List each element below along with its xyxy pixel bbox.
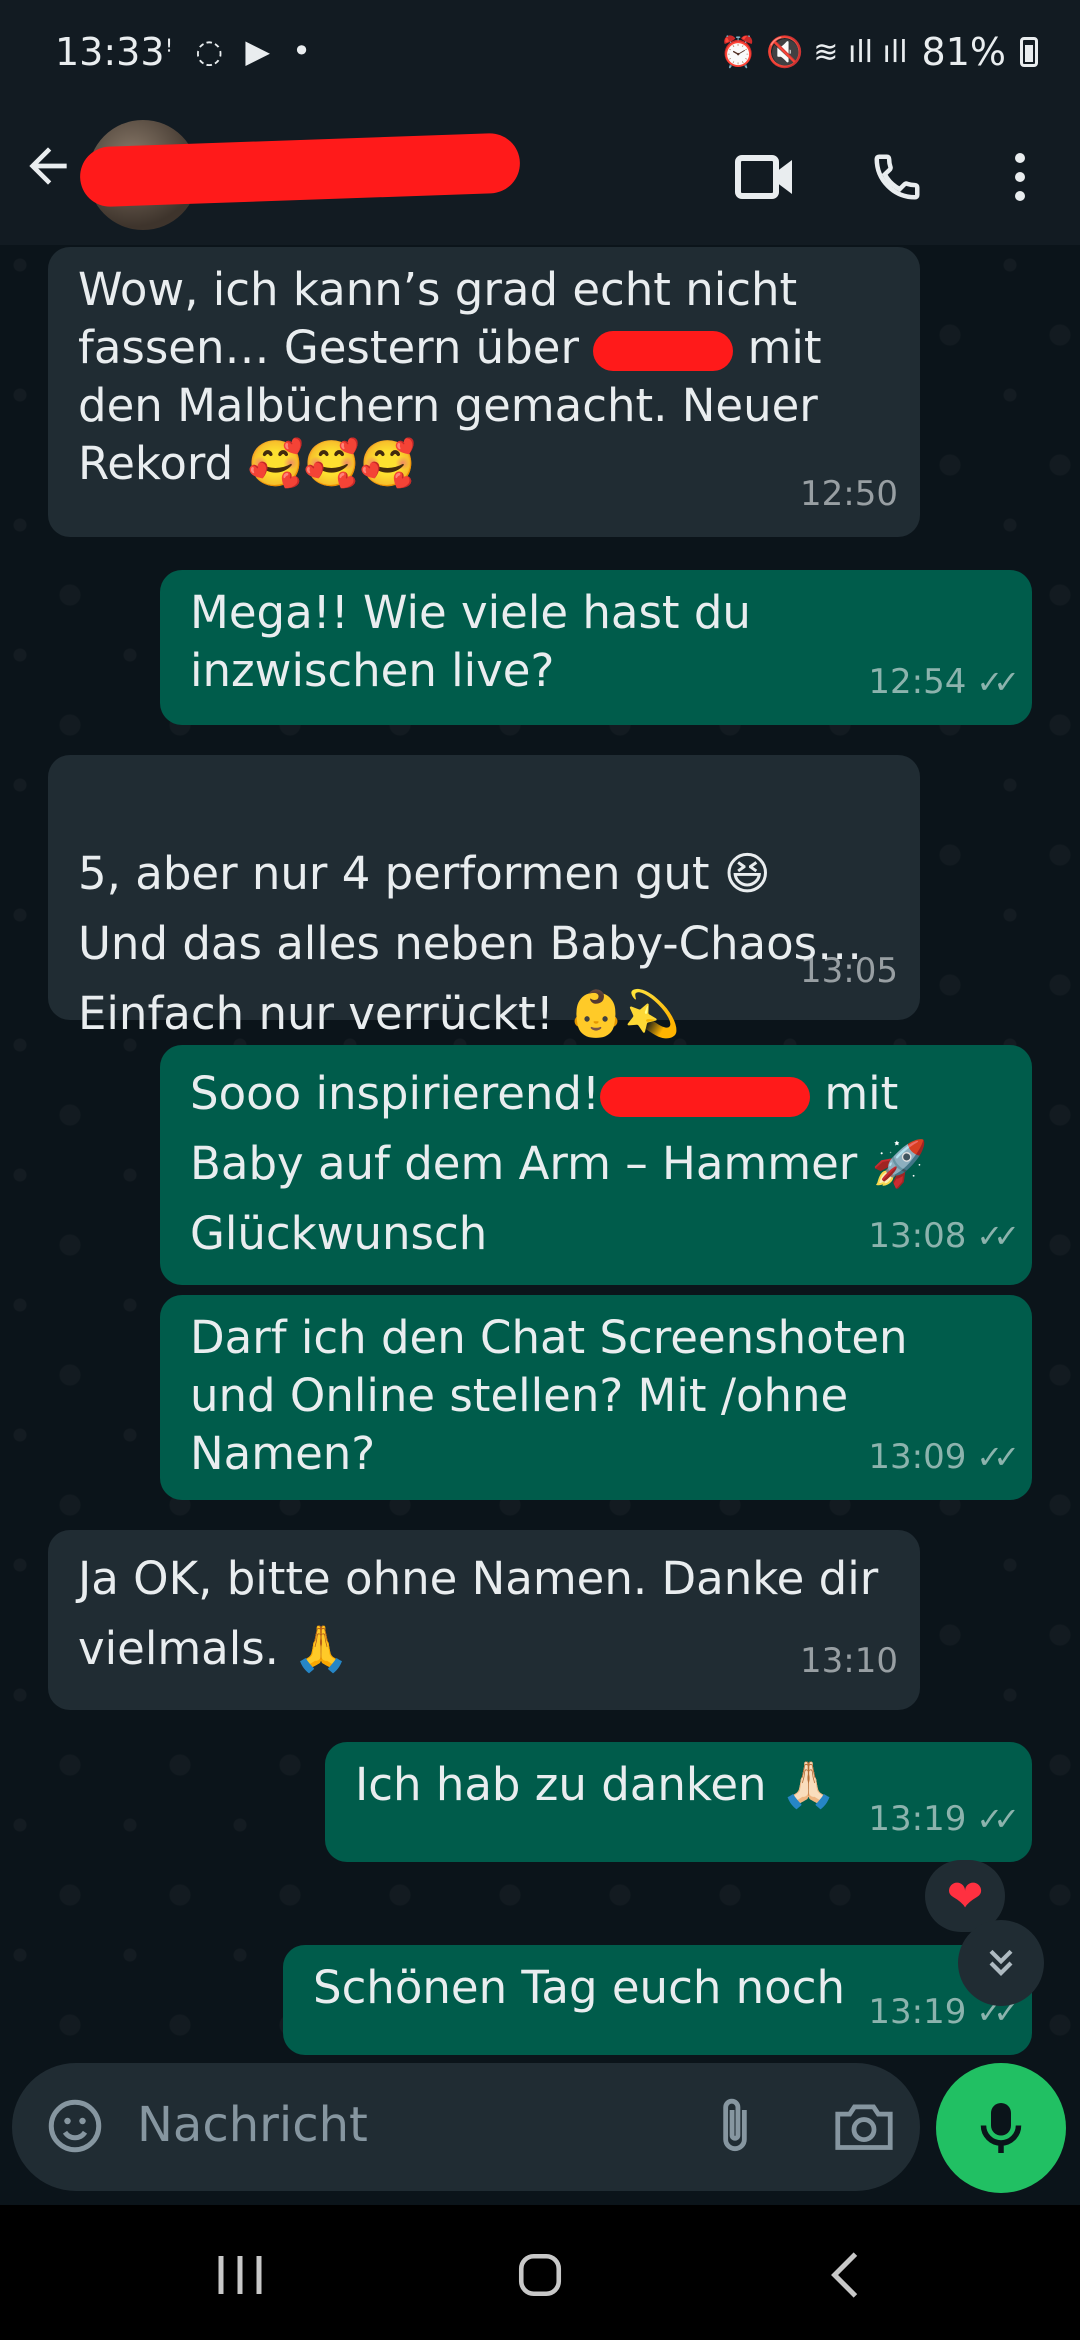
recent-apps-icon[interactable] bbox=[200, 2235, 280, 2315]
message-time: 13:19 bbox=[868, 1992, 967, 2032]
status-time: 13:33 bbox=[55, 30, 165, 74]
phone-icon[interactable] bbox=[862, 142, 932, 212]
message-input-bar[interactable]: Nachricht bbox=[12, 2063, 920, 2191]
message-outgoing[interactable]: Sooo inspirierend! mit Baby auf dem Arm … bbox=[160, 1045, 1032, 1285]
chat-header bbox=[0, 110, 1080, 245]
message-text: Ich hab zu danken 🙏🏻 bbox=[355, 1758, 837, 1811]
message-text: Schönen Tag euch noch bbox=[313, 1961, 845, 2014]
emoji-icon[interactable] bbox=[42, 2093, 108, 2159]
notification-icons: ꜝ ◌ ▶ • bbox=[165, 32, 317, 70]
message-time: 13:09 bbox=[868, 1437, 967, 1477]
message-incoming[interactable]: Ja OK, bitte ohne Namen. Danke dir vielm… bbox=[48, 1530, 920, 1710]
system-status-icons: ⏰ 🔇 ≋ ıll ıll bbox=[719, 34, 908, 70]
chat-area[interactable]: Wow, ich kann’s grad echt nicht fassen… … bbox=[0, 245, 1080, 2065]
message-time: 13:19 bbox=[868, 1799, 967, 1839]
message-text: Mega!! Wie viele hast du inzwischen live… bbox=[190, 586, 751, 697]
battery-percent: 81% bbox=[921, 30, 1006, 74]
video-call-icon[interactable] bbox=[730, 142, 800, 212]
read-receipt-icon: ✓✓ bbox=[976, 663, 1020, 701]
message-time: 13:08 bbox=[868, 1216, 967, 1256]
message-time: 13:10 bbox=[800, 1641, 898, 1681]
message-text: Darf ich den Chat Screenshoten und Onlin… bbox=[190, 1311, 908, 1480]
read-receipt-icon: ✓✓ bbox=[976, 1217, 1020, 1255]
message-incoming[interactable]: Wow, ich kann’s grad echt nicht fassen… … bbox=[48, 247, 920, 537]
redaction bbox=[600, 1077, 811, 1117]
message-text: 5, aber nur 4 performen gut 😆 Und das al… bbox=[78, 847, 863, 1040]
message-text: Ja OK, bitte ohne Namen. Danke dir vielm… bbox=[78, 1552, 879, 1675]
message-outgoing[interactable]: Darf ich den Chat Screenshoten und Onlin… bbox=[160, 1295, 1032, 1500]
status-right: ⏰ 🔇 ≋ ıll ıll 81% bbox=[720, 30, 1038, 74]
message-time: 13:05 bbox=[800, 951, 898, 991]
message-outgoing[interactable]: Ich hab zu danken 🙏🏻 13:19 ✓✓ bbox=[325, 1742, 1032, 1862]
redaction bbox=[593, 331, 734, 371]
read-receipt-icon: ✓✓ bbox=[976, 1438, 1020, 1476]
message-text: Sooo inspirierend! bbox=[190, 1067, 601, 1120]
mic-icon[interactable] bbox=[936, 2063, 1066, 2193]
message-input[interactable]: Nachricht bbox=[137, 2097, 368, 2153]
nav-back-icon[interactable] bbox=[805, 2235, 885, 2315]
more-vert-icon[interactable] bbox=[985, 142, 1055, 212]
read-receipt-icon: ✓✓ bbox=[976, 1800, 1020, 1838]
message-outgoing[interactable]: Mega!! Wie viele hast du inzwischen live… bbox=[160, 570, 1032, 725]
system-navigation-bar bbox=[0, 2205, 1080, 2340]
camera-icon[interactable] bbox=[827, 2091, 901, 2161]
attach-icon[interactable] bbox=[702, 2091, 768, 2161]
battery-icon bbox=[1020, 37, 1038, 67]
message-time: 12:54 bbox=[868, 662, 967, 702]
status-bar: 13:33 ꜝ ◌ ▶ • ⏰ 🔇 ≋ ıll ıll 81% bbox=[0, 0, 1080, 110]
message-incoming[interactable]: 5, aber nur 4 performen gut 😆 Und das al… bbox=[48, 755, 920, 1040]
message-time: 12:50 bbox=[800, 474, 898, 514]
back-arrow-icon[interactable] bbox=[20, 138, 80, 198]
message-outgoing[interactable]: Schönen Tag euch noch 13:19 ✓✓ bbox=[283, 1945, 1032, 2055]
home-icon[interactable] bbox=[500, 2235, 580, 2315]
scroll-down-icon[interactable] bbox=[958, 1920, 1044, 2006]
